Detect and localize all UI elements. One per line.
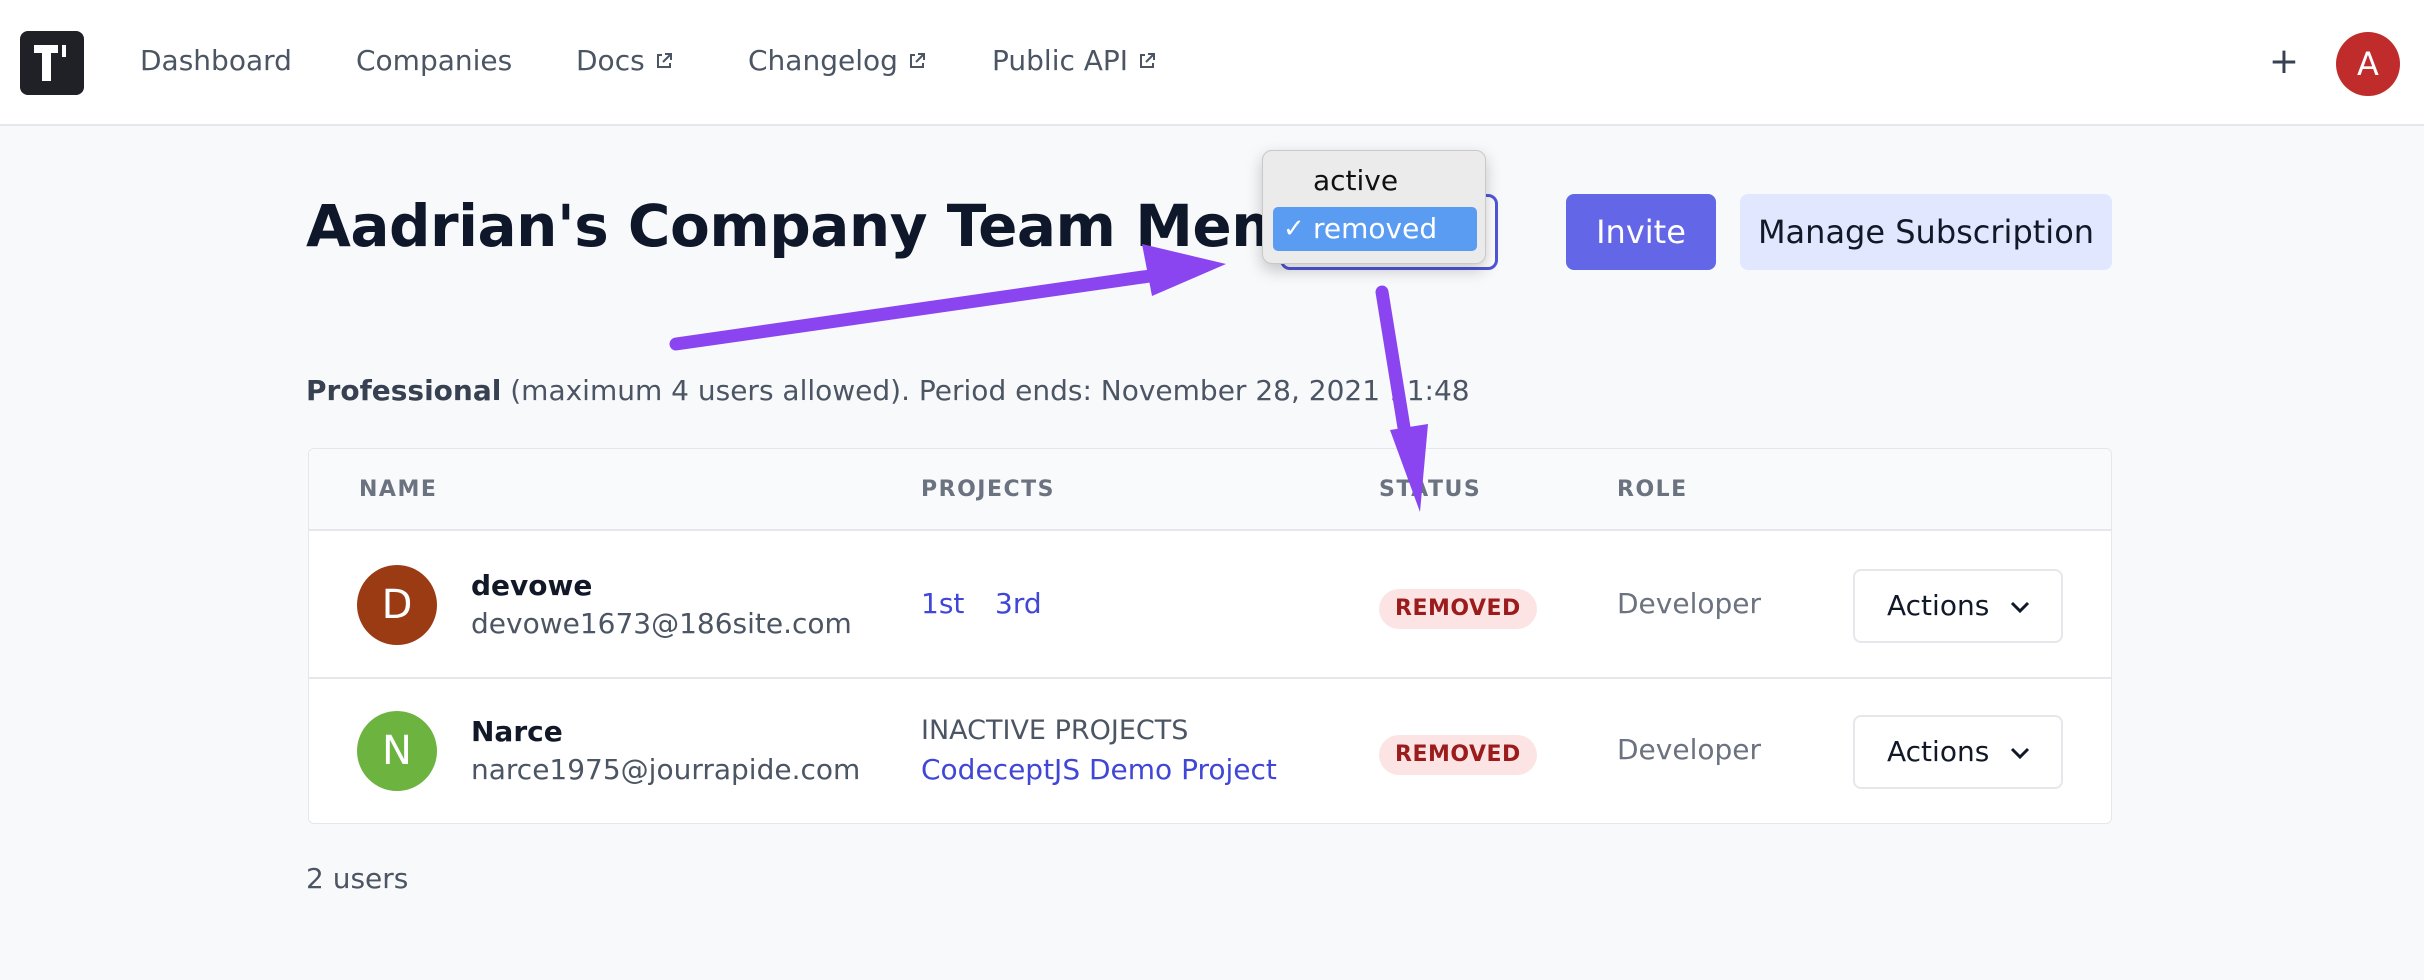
app-logo[interactable] — [20, 31, 84, 95]
chevron-down-icon — [2010, 747, 2030, 760]
table-row: N Narce narce1975@jourrapide.com INACTIV… — [309, 679, 2111, 823]
top-navbar: Dashboard Companies Docs Changelog Publi… — [0, 0, 2424, 126]
checkmark-icon: ✓ — [1283, 214, 1305, 244]
member-email: narce1975@jourrapide.com — [471, 753, 861, 786]
status-option-active-label: active — [1313, 164, 1399, 197]
status-badge: REMOVED — [1379, 735, 1537, 775]
plan-name: Professional — [306, 374, 502, 407]
actions-dropdown-button[interactable]: Actions — [1853, 715, 2063, 789]
actions-dropdown-button[interactable]: Actions — [1853, 569, 2063, 643]
member-email: devowe1673@186site.com — [471, 607, 852, 640]
external-link-icon — [656, 52, 672, 68]
member-role: Developer — [1617, 733, 1762, 766]
chevron-down-icon — [2010, 601, 2030, 614]
nav-companies-label: Companies — [356, 44, 513, 77]
member-name: devowe — [471, 569, 593, 602]
project-link[interactable]: CodeceptJS Demo Project — [921, 753, 1277, 786]
nav-docs-label: Docs — [576, 44, 645, 77]
status-select-dropdown: active ✓ removed — [1262, 150, 1486, 264]
actions-label: Actions — [1887, 735, 1990, 768]
external-link-icon — [1140, 52, 1156, 68]
column-header-status: STATUS — [1379, 477, 1482, 502]
table-header: NAME PROJECTS STATUS ROLE — [309, 449, 2111, 531]
invite-button[interactable]: Invite — [1566, 194, 1716, 270]
status-option-removed[interactable]: ✓ removed — [1273, 207, 1477, 251]
table-row: D devowe devowe1673@186site.com 1st 3rd … — [309, 533, 2111, 679]
actions-label: Actions — [1887, 589, 1990, 622]
add-button[interactable]: + — [2268, 40, 2300, 84]
nav-public-api[interactable]: Public API — [992, 44, 1156, 77]
member-name: Narce — [471, 715, 563, 748]
external-link-icon — [909, 52, 925, 68]
status-badge: REMOVED — [1379, 589, 1537, 629]
column-header-projects: PROJECTS — [921, 477, 1055, 502]
member-avatar: D — [357, 565, 437, 645]
members-table: NAME PROJECTS STATUS ROLE D devowe devow… — [308, 448, 2112, 824]
nav-dashboard[interactable]: Dashboard — [140, 44, 292, 77]
column-header-name: NAME — [359, 477, 438, 502]
logo-icon — [34, 45, 66, 81]
project-link[interactable]: 3rd — [995, 587, 1042, 620]
plan-info: Professional (maximum 4 users allowed). … — [306, 374, 1470, 407]
nav-docs[interactable]: Docs — [576, 44, 673, 77]
user-count: 2 users — [306, 862, 409, 895]
nav-companies[interactable]: Companies — [356, 44, 512, 77]
column-header-role: ROLE — [1617, 477, 1688, 502]
nav-dashboard-label: Dashboard — [140, 44, 292, 77]
user-avatar[interactable]: A — [2336, 32, 2400, 96]
member-avatar: N — [357, 711, 437, 791]
member-role: Developer — [1617, 587, 1762, 620]
nav-changelog[interactable]: Changelog — [748, 44, 926, 77]
plan-details: (maximum 4 users allowed). Period ends: … — [510, 374, 1470, 407]
nav-public-api-label: Public API — [992, 44, 1129, 77]
status-option-active[interactable]: active — [1273, 159, 1477, 203]
nav-changelog-label: Changelog — [748, 44, 898, 77]
project-link[interactable]: 1st — [921, 587, 964, 620]
manage-subscription-button[interactable]: Manage Subscription — [1740, 194, 2112, 270]
inactive-projects-label: INACTIVE PROJECTS — [921, 715, 1189, 746]
status-option-removed-label: removed — [1313, 212, 1438, 245]
